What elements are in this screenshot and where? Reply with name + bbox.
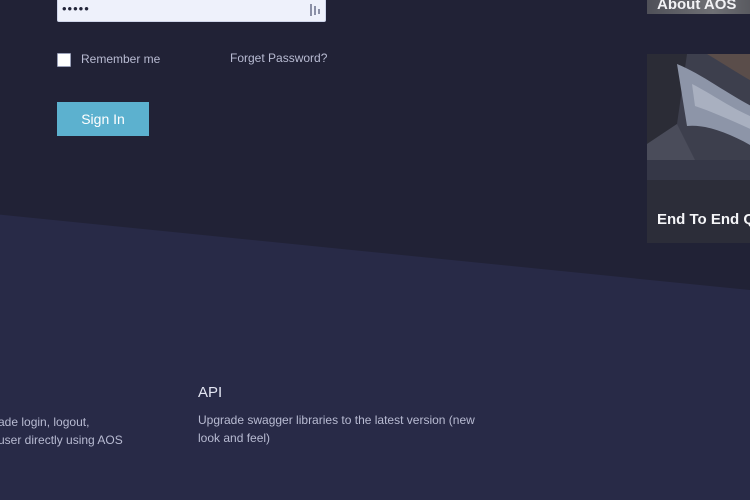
end-to-end-card[interactable]: End To End Q — [647, 54, 750, 243]
password-reveal-icon[interactable] — [309, 3, 321, 17]
feature-left-line: ade login, logout, — [0, 415, 90, 429]
feature-left-line: user directly using AOS — [0, 433, 123, 447]
api-feature-title: API — [198, 384, 223, 401]
top-background-band — [0, 0, 750, 290]
remember-me-label: Remember me — [81, 52, 161, 66]
sign-in-button[interactable]: Sign In — [57, 102, 149, 136]
about-aos-card[interactable]: About AOS — [647, 0, 750, 14]
api-feature-description: Upgrade swagger libraries to the latest … — [198, 413, 475, 445]
password-value: ••••• — [62, 1, 90, 16]
end-to-end-card-title: End To End Q — [657, 211, 750, 228]
feature-left-description: ade login, logout, user directly using A… — [0, 413, 138, 449]
about-aos-card-title: About AOS — [657, 0, 737, 13]
remember-me-row[interactable]: Remember me — [57, 51, 160, 67]
forgot-password-link[interactable]: Forget Password? — [230, 51, 327, 65]
remember-me-checkbox[interactable] — [57, 53, 71, 67]
password-input[interactable]: ••••• — [57, 0, 326, 22]
